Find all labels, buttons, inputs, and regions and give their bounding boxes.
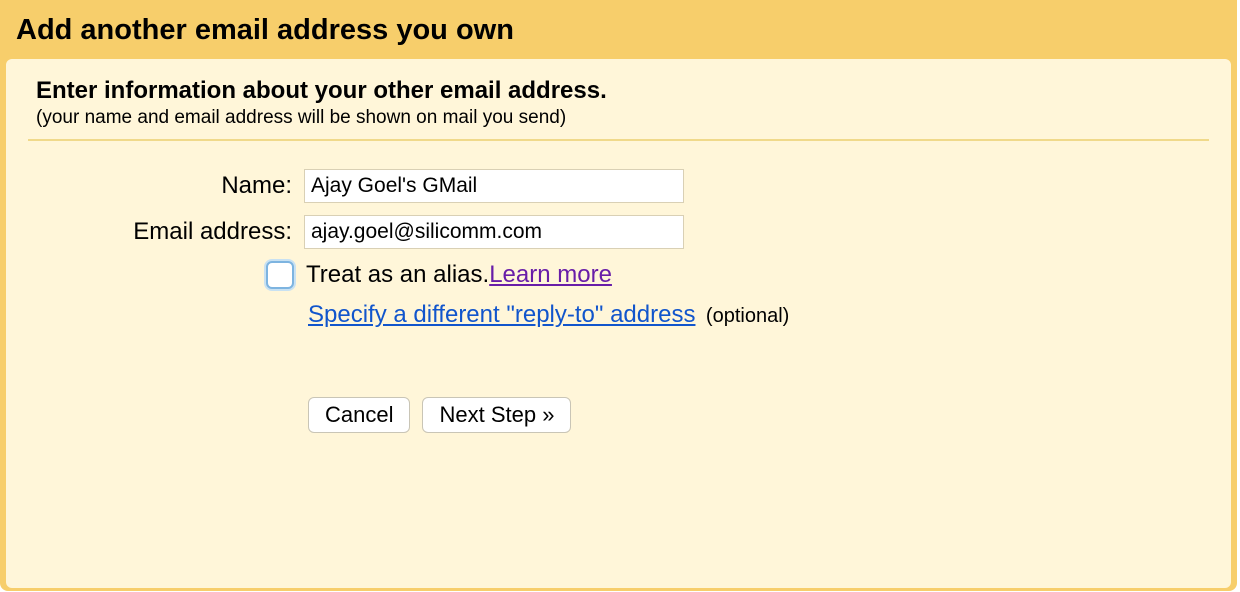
alias-row: Treat as an alias. Learn more — [266, 261, 1209, 289]
email-label: Email address: — [28, 218, 304, 246]
section-sub: (your name and email address will be sho… — [36, 107, 1209, 129]
optional-text: (optional) — [706, 305, 789, 327]
learn-more-link[interactable]: Learn more — [489, 261, 612, 289]
name-label: Name: — [28, 172, 304, 200]
cancel-button[interactable]: Cancel — [308, 397, 410, 433]
dialog-body: Enter information about your other email… — [6, 59, 1231, 588]
email-input[interactable] — [304, 215, 684, 249]
email-row: Email address: — [28, 215, 1209, 249]
name-row: Name: — [28, 169, 1209, 203]
dialog-title: Add another email address you own — [6, 0, 1231, 59]
reply-to-row: Specify a different "reply-to" address (… — [308, 301, 1209, 329]
alias-text: Treat as an alias. — [306, 261, 489, 289]
dialog-wrapper: Add another email address you own Enter … — [0, 0, 1237, 591]
reply-to-link[interactable]: Specify a different "reply-to" address — [308, 301, 695, 328]
name-input[interactable] — [304, 169, 684, 203]
next-step-button[interactable]: Next Step » — [422, 397, 571, 433]
alias-checkbox[interactable] — [266, 261, 294, 289]
button-row: Cancel Next Step » — [308, 397, 1209, 433]
section-heading: Enter information about your other email… — [36, 77, 1209, 105]
divider — [28, 139, 1209, 141]
